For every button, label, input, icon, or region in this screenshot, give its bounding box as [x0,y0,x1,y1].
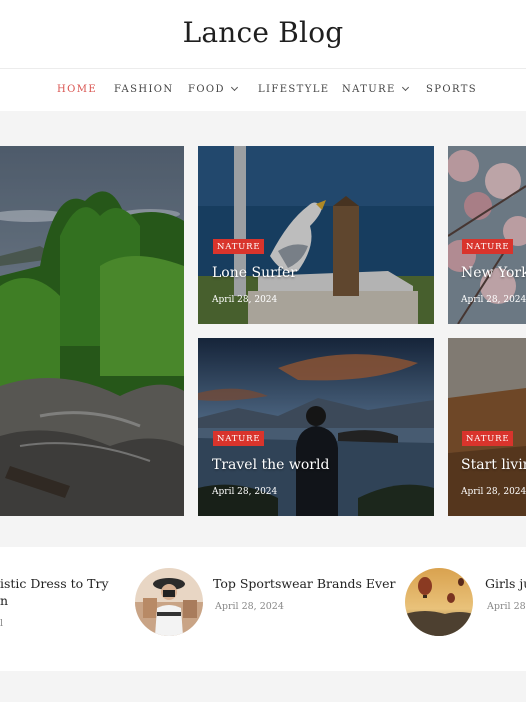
post-date: April 28, 2024 [461,295,526,305]
site-title[interactable]: Lance Blog [0,16,526,49]
category-badge[interactable]: NATURE [213,431,265,446]
strip-post-date: April 28, 2024 [215,601,284,612]
post-tile-start-living[interactable]: NATURE Start living April 28, 2024 [448,338,526,516]
category-badge[interactable]: NATURE [462,431,514,446]
category-badge[interactable]: NATURE [213,239,265,254]
strip-post-title-line2[interactable]: n [0,593,8,608]
chevron-down-icon [401,83,409,92]
post-title[interactable]: Start living [461,457,526,473]
strip-post-thumbnail[interactable] [405,568,473,636]
site-header: Lance Blog [0,0,526,69]
post-title[interactable]: Lone Surfer [212,265,297,281]
chevron-down-icon [230,83,238,92]
hot-air-balloons-image [405,568,473,636]
strip-post-title[interactable]: istic Dress to Try [0,576,109,591]
nav-item-home[interactable]: HOME [57,84,97,95]
nav-item-food-label: FOOD [188,84,225,95]
nav-item-nature-label: NATURE [342,84,396,95]
strip-post-title[interactable]: Girls ju [485,576,526,591]
recent-posts-strip: istic Dress to Try n l Top Sportswear Br… [0,547,526,671]
post-tile-travel-the-world[interactable]: NATURE Travel the world April 28, 2024 [198,338,434,516]
post-date: April 28, 2024 [461,487,526,497]
category-badge[interactable]: NATURE [462,239,514,254]
nav-item-sports[interactable]: SPORTS [426,84,477,95]
post-tile-lone-surfer[interactable]: NATURE Lone Surfer April 28, 2024 [198,146,434,324]
featured-post-large[interactable] [0,146,184,516]
post-title[interactable]: New York w [461,265,526,281]
image-overlay [0,146,184,516]
strip-post-title[interactable]: Top Sportswear Brands Ever [213,576,395,591]
post-tile-new-york[interactable]: NATURE New York w April 28, 2024 [448,146,526,324]
post-date: April 28, 2024 [212,487,278,497]
strip-post-date: l [0,618,4,629]
nav-item-nature[interactable]: NATURE [342,83,409,95]
nav-item-lifestyle[interactable]: LIFESTYLE [258,84,330,95]
main-nav: HOME FASHION FOOD LIFESTYLE NATURE SPORT… [0,69,526,111]
post-title[interactable]: Travel the world [212,457,329,473]
nav-item-food[interactable]: FOOD [188,83,238,95]
photographer-image [135,568,203,636]
post-date: April 28, 2024 [212,295,278,305]
strip-post-date: April 28, [487,601,526,612]
nav-item-fashion[interactable]: FASHION [114,84,174,95]
strip-post-thumbnail[interactable] [135,568,203,636]
